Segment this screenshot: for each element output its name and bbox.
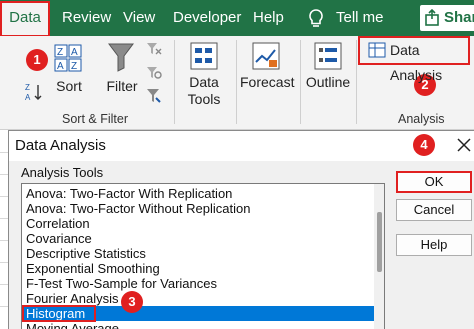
list-item-selected[interactable]: Histogram xyxy=(22,305,374,322)
list-item[interactable]: Moving Average xyxy=(22,321,374,329)
filter-icon[interactable] xyxy=(108,42,134,72)
list-item[interactable]: F-Test Two-Sample for Variances xyxy=(22,276,374,291)
close-icon[interactable] xyxy=(455,136,473,154)
sort-label: Sort xyxy=(56,78,82,94)
share-icon xyxy=(425,9,439,26)
list-item[interactable]: Covariance xyxy=(22,231,374,246)
outline-icon[interactable] xyxy=(314,42,342,70)
data-tools-icon[interactable] xyxy=(190,42,218,70)
share-label: Share xyxy=(444,9,474,26)
group-separator xyxy=(236,40,237,124)
reapply-icon[interactable] xyxy=(146,66,162,80)
svg-text:A: A xyxy=(71,47,78,58)
group-separator xyxy=(300,40,301,124)
scrollbar-thumb[interactable] xyxy=(377,212,382,272)
advanced-filter-icon[interactable] xyxy=(146,88,162,104)
step-badge-4: 4 xyxy=(413,134,435,156)
svg-text:Z: Z xyxy=(25,83,30,92)
filter-label: Filter xyxy=(106,78,138,94)
cancel-button[interactable]: Cancel xyxy=(396,199,472,221)
list-item[interactable]: Correlation xyxy=(22,216,374,231)
svg-text:A: A xyxy=(25,93,31,102)
tellme-lightbulb-icon[interactable] xyxy=(306,8,326,30)
tab-tell-me[interactable]: Tell me xyxy=(336,0,384,36)
step-badge-1: 1 xyxy=(26,49,48,71)
tab-developer[interactable]: Developer xyxy=(173,0,241,36)
list-item[interactable]: Descriptive Statistics xyxy=(22,246,374,261)
data-tools-label-2: Tools xyxy=(187,91,221,107)
outline-label: Outline xyxy=(305,74,351,90)
dialog-title-bar[interactable]: Data Analysis xyxy=(9,131,474,161)
svg-text:Z: Z xyxy=(71,61,77,72)
tab-help[interactable]: Help xyxy=(253,0,284,36)
list-item[interactable]: Fourier Analysis xyxy=(22,291,374,306)
share-button[interactable]: Share xyxy=(420,5,474,31)
ribbon-tab-bar: Data Review View Developer Help Tell me … xyxy=(0,0,474,37)
data-analysis-dialog: Data Analysis 4 Analysis Tools Anova: Tw… xyxy=(8,130,474,329)
data-analysis-icon xyxy=(368,42,386,58)
tab-view[interactable]: View xyxy=(123,0,155,36)
dialog-title: Data Analysis xyxy=(15,137,106,154)
highlight-box-histogram xyxy=(22,305,96,322)
data-tools-label-1: Data xyxy=(189,74,219,90)
ok-button[interactable]: OK xyxy=(396,171,472,193)
step-badge-3: 3 xyxy=(121,291,143,313)
svg-text:Z: Z xyxy=(57,47,63,58)
data-analysis-label: Data Analysis xyxy=(390,42,443,83)
analysis-tools-label: Analysis Tools xyxy=(21,165,104,180)
highlight-box-data-tab xyxy=(0,1,50,37)
sort-icon[interactable]: Z A A Z xyxy=(54,44,84,72)
list-item[interactable]: Anova: Two-Factor With Replication xyxy=(22,186,374,201)
group-separator xyxy=(356,40,357,124)
analysis-group-label: Analysis xyxy=(398,112,445,126)
forecast-label: Forecast xyxy=(240,74,295,90)
tab-review[interactable]: Review xyxy=(62,0,111,36)
list-item[interactable]: Anova: Two-Factor Without Replication xyxy=(22,201,374,216)
sort-filter-group-label: Sort & Filter xyxy=(62,112,128,126)
sort-az-icon[interactable]: Z A xyxy=(24,82,44,102)
forecast-icon[interactable] xyxy=(252,42,280,70)
list-scrollbar[interactable] xyxy=(374,184,384,329)
help-button[interactable]: Help xyxy=(396,234,472,256)
data-analysis-button[interactable]: Data Analysis xyxy=(358,36,470,83)
clear-filter-icon[interactable] xyxy=(146,42,162,56)
list-item[interactable]: Exponential Smoothing xyxy=(22,261,374,276)
svg-text:A: A xyxy=(57,61,64,72)
group-separator xyxy=(174,40,175,124)
tab-data[interactable]: Data xyxy=(0,1,50,37)
analysis-tools-list[interactable]: Anova: Two-Factor With Replication Anova… xyxy=(21,183,385,329)
